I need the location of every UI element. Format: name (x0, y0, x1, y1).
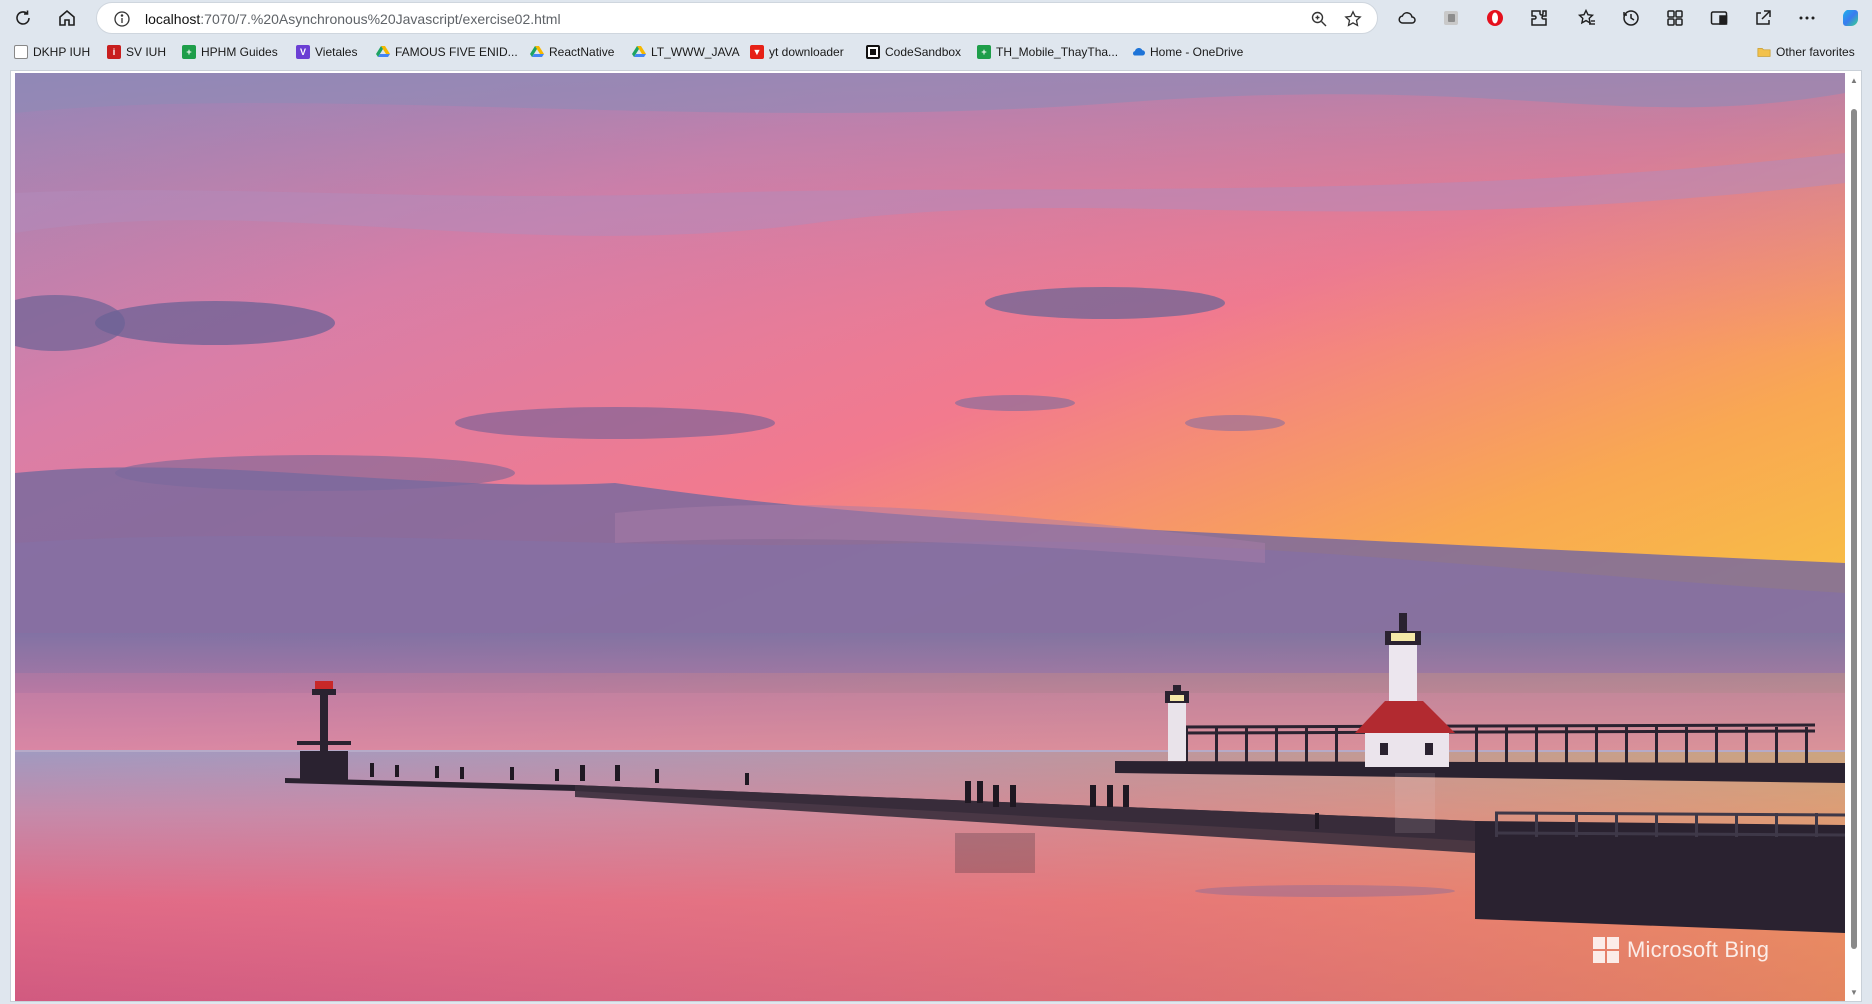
bookmark-lt-www-java[interactable]: LT_WWW_JAVA (632, 43, 740, 61)
copilot-icon[interactable] (1836, 3, 1866, 33)
page-viewport: Microsoft Bing ▲ ▼ (10, 70, 1862, 1002)
bookmark-yt-downloader[interactable]: ▼ yt downloader (750, 43, 844, 61)
share-icon[interactable] (1748, 3, 1778, 33)
youtube-icon: ▼ (750, 45, 764, 59)
bookmark-label: FAMOUS FIVE ENID... (395, 45, 518, 59)
cloud-icon[interactable] (1392, 3, 1422, 33)
bookmark-famous-five[interactable]: FAMOUS FIVE ENID... (376, 43, 518, 61)
url-path: :7070/7.%20Asynchronous%20Javascript/exe… (200, 11, 561, 27)
refresh-icon[interactable] (8, 3, 38, 33)
sheets-icon: + (182, 45, 196, 59)
bookmark-label: CodeSandbox (885, 45, 962, 59)
bing-watermark: Microsoft Bing (1593, 935, 1769, 965)
history-icon[interactable] (1616, 3, 1646, 33)
home-icon[interactable] (52, 3, 82, 33)
favorite-star-icon[interactable] (1341, 7, 1365, 31)
onedrive-icon (1131, 45, 1145, 59)
bookmark-label: Vietales (315, 45, 358, 59)
iuh-icon: i (107, 45, 121, 59)
other-favorites-label: Other favorites (1776, 45, 1855, 59)
bookmarks-bar: DKHP IUH i SV IUH + HPHM Guides V Vietal… (0, 38, 1872, 66)
site-info-icon[interactable] (113, 10, 131, 28)
bookmark-label: ReactNative (549, 45, 615, 59)
scroll-down-arrow-icon[interactable]: ▼ (1849, 987, 1859, 997)
bookmark-label: DKHP IUH (33, 45, 91, 59)
sheets-icon: + (977, 45, 991, 59)
page-icon (14, 45, 28, 59)
bookmark-label: Home - OneDrive (1150, 45, 1244, 59)
sunset-lighthouse-photo (15, 73, 1845, 1001)
hero-image: Microsoft Bing (15, 73, 1845, 1001)
favorites-icon[interactable] (1572, 3, 1602, 33)
collections-icon[interactable] (1660, 3, 1690, 33)
bookmark-label: HPHM Guides (201, 45, 278, 59)
url-text[interactable]: localhost:7070/7.%20Asynchronous%20Javas… (145, 11, 561, 27)
bookmark-label: TH_Mobile_ThayTha... (996, 45, 1119, 59)
extension-icon[interactable] (1436, 3, 1466, 33)
bookmark-th-mobile[interactable]: + TH_Mobile_ThayTha... (977, 43, 1118, 61)
bookmark-label: SV IUH (126, 45, 167, 59)
bookmark-codesandbox[interactable]: CodeSandbox (866, 43, 961, 61)
other-favorites[interactable]: Other favorites (1757, 43, 1855, 61)
split-screen-icon[interactable] (1704, 3, 1734, 33)
bookmark-hphm-guides[interactable]: + HPHM Guides (182, 43, 278, 61)
vertical-scrollbar[interactable]: ▲ ▼ (1847, 71, 1861, 1001)
microsoft-logo-icon (1593, 937, 1619, 963)
extensions-puzzle-icon[interactable] (1524, 3, 1554, 33)
codesandbox-icon (866, 45, 880, 59)
watermark-text: Microsoft Bing (1627, 937, 1770, 962)
url-host: localhost (145, 11, 201, 27)
bookmark-label: LT_WWW_JAVA (651, 45, 740, 59)
bookmark-vietales[interactable]: V Vietales (296, 43, 357, 61)
bookmark-dkhp-iuh[interactable]: DKHP IUH (14, 43, 90, 61)
bookmark-onedrive[interactable]: Home - OneDrive (1131, 43, 1243, 61)
drive-icon (376, 45, 390, 59)
browser-toolbar: localhost:7070/7.%20Asynchronous%20Javas… (0, 0, 1872, 36)
drive-icon (530, 45, 544, 59)
vietales-icon: V (296, 45, 310, 59)
more-icon[interactable] (1792, 3, 1822, 33)
folder-icon (1757, 45, 1771, 59)
scroll-up-arrow-icon[interactable]: ▲ (1849, 75, 1859, 85)
opera-icon[interactable] (1480, 3, 1510, 33)
drive-icon (632, 45, 646, 59)
address-bar[interactable]: localhost:7070/7.%20Asynchronous%20Javas… (96, 2, 1378, 34)
bookmark-reactnative[interactable]: ReactNative (530, 43, 614, 61)
scroll-thumb[interactable] (1851, 109, 1857, 949)
bookmark-sv-iuh[interactable]: i SV IUH (107, 43, 166, 61)
zoom-icon[interactable] (1307, 7, 1331, 31)
bookmark-label: yt downloader (769, 45, 844, 59)
